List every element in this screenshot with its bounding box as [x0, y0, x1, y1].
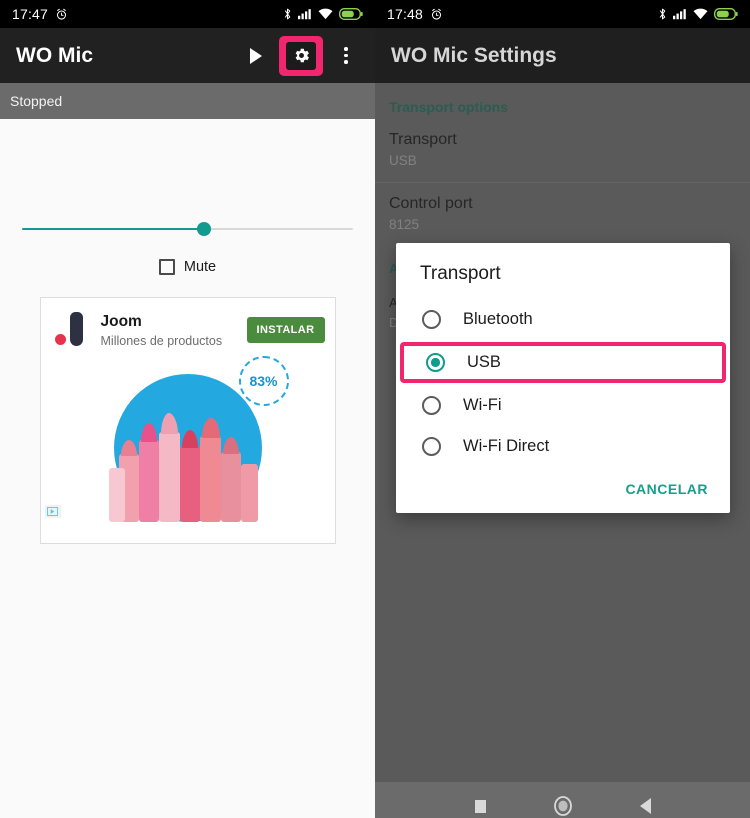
signal-icon — [298, 9, 311, 20]
left-phone-screen: 17:47 WO Mic Stopped Mute Joom Millones … — [0, 0, 375, 818]
status-bar-right-group — [283, 7, 363, 21]
status-strip: Stopped — [0, 83, 375, 119]
radio-usb-label: USB — [467, 353, 501, 371]
mute-label: Mute — [183, 259, 217, 275]
status-bar-left-group: 17:48 — [387, 6, 443, 22]
recents-square-icon[interactable] — [474, 799, 486, 813]
gear-icon — [295, 48, 309, 63]
bluetooth-icon — [659, 8, 666, 20]
alarm-icon — [57, 8, 67, 20]
signal-icon — [673, 9, 686, 20]
left-main-content: Mute Joom Millones de productos INSTALAR — [0, 119, 375, 818]
radio-option-usb[interactable]: USB — [400, 342, 726, 383]
status-time: 17:47 — [12, 6, 49, 22]
bluetooth-icon — [284, 8, 291, 20]
lipsticks-image — [108, 413, 258, 522]
volume-slider[interactable] — [22, 222, 353, 236]
transport-dialog: Transport Bluetooth USB Wi-Fi Wi-Fi Dire… — [396, 243, 730, 513]
adchoices-icon[interactable] — [44, 505, 61, 518]
wifi-icon — [318, 8, 333, 20]
alarm-icon — [432, 8, 442, 20]
settings-button[interactable] — [279, 35, 323, 76]
ad-text-block: Joom Millones de productos — [101, 312, 237, 347]
settings-page-title: WO Mic Settings — [391, 43, 557, 67]
play-button[interactable] — [237, 37, 275, 75]
mute-checkbox[interactable] — [158, 259, 175, 275]
mute-row[interactable]: Mute — [158, 259, 217, 275]
settings-list: Transport options Transport USB Control … — [375, 83, 750, 782]
ad-artwork: 83% — [41, 352, 335, 522]
radio-option-wifi[interactable]: Wi-Fi — [396, 385, 730, 426]
overflow-menu-button[interactable] — [327, 37, 365, 75]
radio-option-wifi-direct[interactable]: Wi-Fi Direct — [396, 426, 730, 467]
joom-logo-icon — [53, 310, 91, 350]
ad-subtitle: Millones de productos — [100, 333, 223, 348]
discount-badge-text: 83% — [249, 373, 278, 389]
cancel-button[interactable]: CANCELAR — [625, 481, 708, 497]
dual-screenshot: 17:47 WO Mic Stopped Mute Joom Millones … — [0, 0, 750, 818]
volume-slider-row — [0, 222, 375, 236]
dialog-title: Transport — [420, 263, 501, 284]
radio-bluetooth-label: Bluetooth — [463, 310, 533, 328]
app-bar-right: WO Mic Settings — [375, 28, 750, 83]
battery-icon — [339, 8, 363, 20]
install-button[interactable]: INSTALAR — [246, 317, 325, 343]
radio-wifi-icon[interactable] — [422, 396, 441, 415]
slider-thumb[interactable] — [197, 222, 212, 236]
ad-header: Joom Millones de productos INSTALAR — [41, 298, 335, 350]
radio-bluetooth-icon[interactable] — [422, 310, 441, 329]
status-bar-left: 17:47 — [0, 0, 375, 28]
page-title: WO Mic — [16, 43, 93, 67]
status-bar-right-group — [658, 7, 738, 21]
radio-wifi-direct-label: Wi-Fi Direct — [463, 437, 550, 455]
status-text: Stopped — [10, 93, 63, 109]
app-bar-left: WO Mic — [0, 28, 375, 83]
status-bar-left-group: 17:47 — [12, 6, 68, 22]
ad-title: Joom — [100, 313, 142, 331]
radio-wifi-label: Wi-Fi — [463, 396, 502, 414]
dialog-actions: CANCELAR — [396, 467, 730, 507]
ad-card[interactable]: Joom Millones de productos INSTALAR 83% — [39, 297, 336, 544]
wifi-icon — [693, 8, 708, 20]
home-circle-icon[interactable] — [553, 796, 572, 816]
overflow-menu-icon — [344, 47, 348, 64]
settings-button-inner — [286, 41, 316, 70]
radio-wifi-direct-icon[interactable] — [422, 437, 441, 456]
nav-bar-right — [375, 782, 750, 818]
slider-fill — [22, 227, 205, 231]
radio-usb-icon[interactable] — [426, 353, 445, 372]
discount-badge: 83% — [238, 356, 289, 406]
battery-icon — [714, 8, 738, 20]
status-bar-right: 17:48 — [375, 0, 750, 28]
right-phone-screen: 17:48 WO Mic Settings Transport options … — [375, 0, 750, 818]
play-icon — [250, 47, 262, 64]
back-triangle-icon[interactable] — [639, 798, 651, 814]
radio-option-bluetooth[interactable]: Bluetooth — [396, 299, 730, 340]
status-time: 17:48 — [387, 6, 424, 22]
